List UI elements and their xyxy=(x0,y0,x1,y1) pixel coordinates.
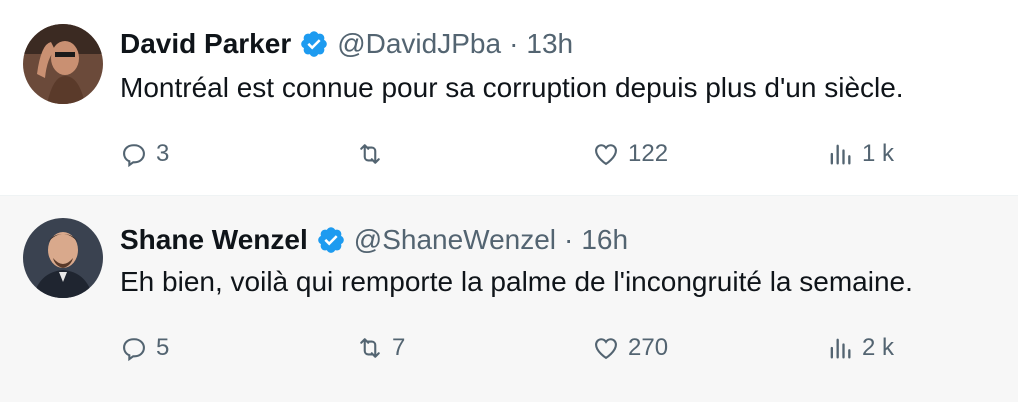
views-count: 1 k xyxy=(862,140,895,167)
action-bar: 3 122 1 k xyxy=(120,138,1000,170)
author-name[interactable]: Shane Wenzel xyxy=(120,224,308,256)
reply-icon xyxy=(123,144,145,168)
views-count: 2 k xyxy=(862,334,895,361)
retweet-button[interactable]: 7 xyxy=(356,332,405,364)
reply-icon xyxy=(123,338,145,362)
reply-button[interactable]: 3 xyxy=(120,138,169,170)
author-handle[interactable]: @ShaneWenzel xyxy=(354,224,556,256)
views-button[interactable]: 2 k xyxy=(826,332,894,364)
separator-dot: · xyxy=(564,224,574,255)
views-icon xyxy=(830,338,851,359)
avatar[interactable] xyxy=(23,24,103,104)
verified-badge-icon xyxy=(299,29,329,59)
like-icon xyxy=(595,338,617,360)
tweet[interactable]: Shane Wenzel @ShaneWenzel · 16h Eh bien,… xyxy=(0,196,1018,402)
avatar[interactable] xyxy=(23,218,103,298)
action-bar: 5 7 270 2 k xyxy=(120,332,1000,364)
like-button[interactable]: 122 xyxy=(592,138,668,170)
tweet-text: Eh bien, voilà qui remporte la palme de … xyxy=(120,266,913,297)
retweet-button[interactable] xyxy=(356,138,392,170)
verified-badge-icon xyxy=(316,225,346,255)
views-icon xyxy=(830,144,851,165)
retweet-count: 7 xyxy=(392,334,406,361)
author-name[interactable]: David Parker xyxy=(120,28,291,60)
like-count: 270 xyxy=(628,334,669,361)
like-button[interactable]: 270 xyxy=(592,332,668,364)
author-handle[interactable]: @DavidJPba xyxy=(337,28,501,60)
retweet-icon xyxy=(360,338,380,358)
retweet-icon xyxy=(360,144,380,164)
views-button[interactable]: 1 k xyxy=(826,138,894,170)
reply-count: 3 xyxy=(156,140,170,167)
reply-button[interactable]: 5 xyxy=(120,332,169,364)
tweet[interactable]: David Parker @DavidJPba · 13h Montréal e… xyxy=(0,0,1018,196)
like-icon xyxy=(595,144,617,166)
timestamp[interactable]: 16h xyxy=(581,224,628,256)
timestamp[interactable]: 13h xyxy=(526,28,573,60)
tweet-text: Montréal est connue pour sa corruption d… xyxy=(120,72,904,103)
separator-dot: · xyxy=(509,28,519,59)
like-count: 122 xyxy=(628,140,669,167)
reply-count: 5 xyxy=(156,334,170,361)
